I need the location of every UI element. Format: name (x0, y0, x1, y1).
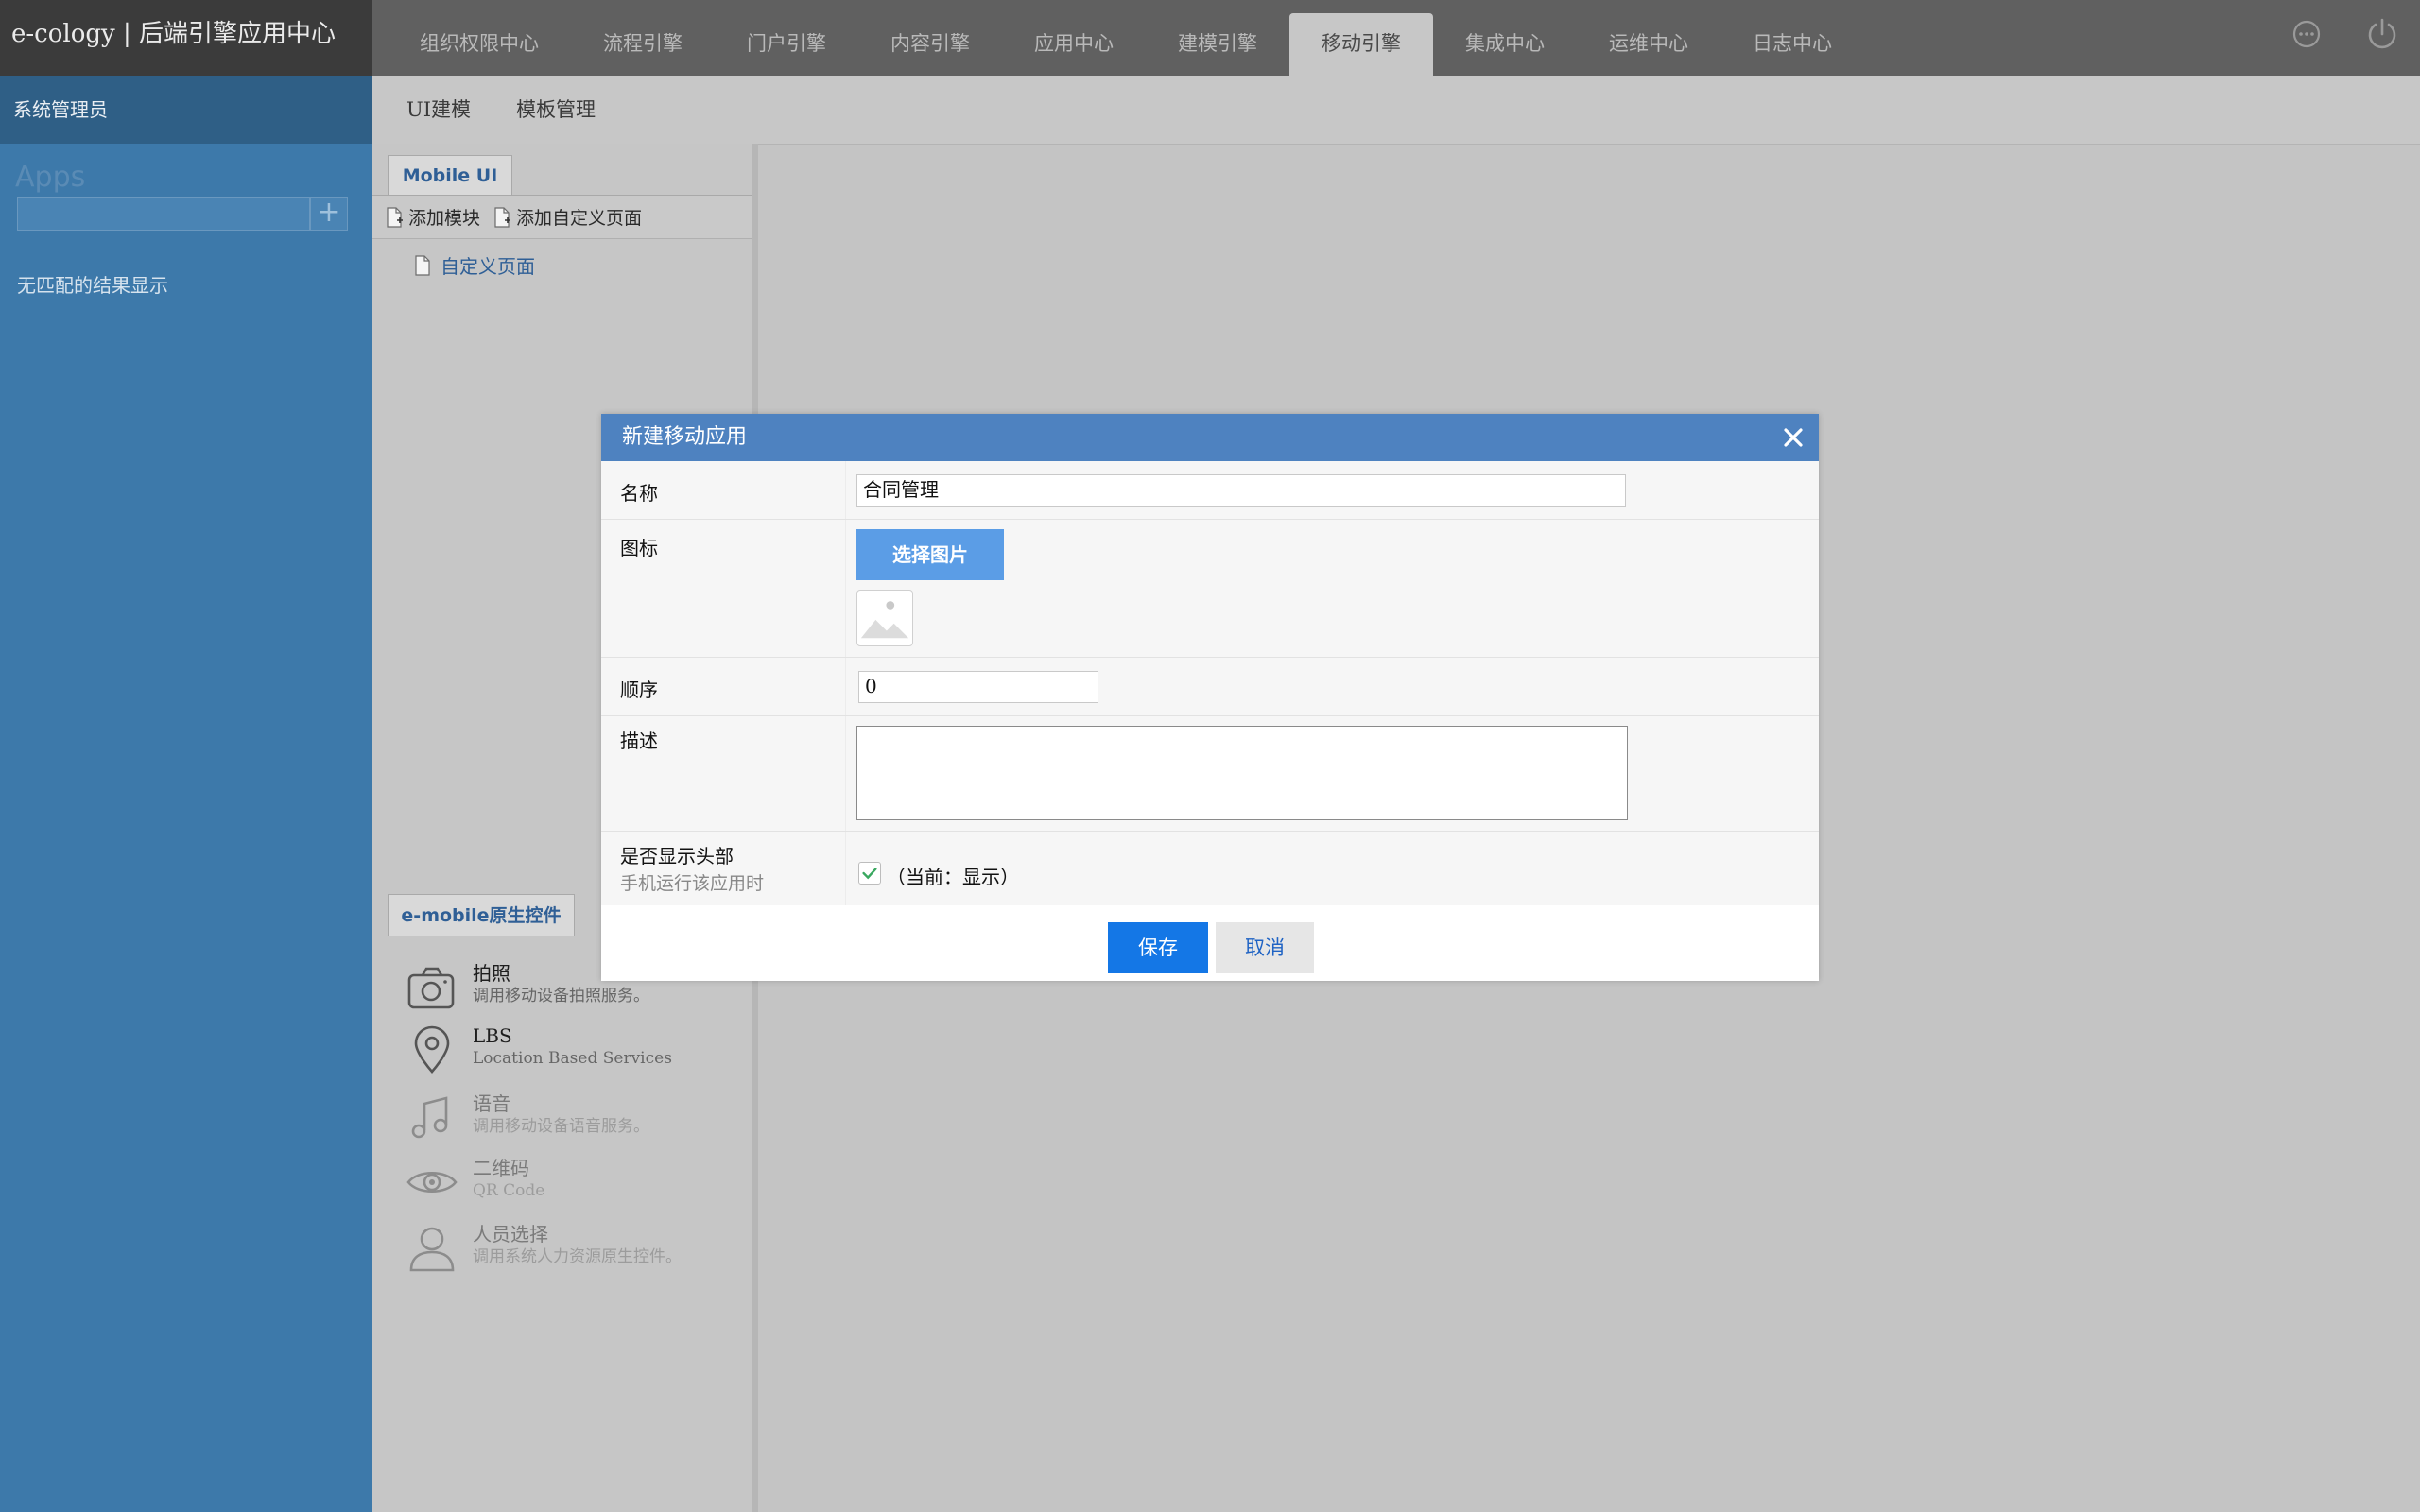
cancel-button[interactable]: 取消 (1216, 922, 1314, 973)
nav-org-permission[interactable]: 组织权限中心 (388, 13, 571, 76)
row-show-header: 是否显示头部 手机运行该应用时 （当前：显示） (601, 832, 1819, 905)
add-app-button[interactable]: + (310, 197, 348, 231)
main-nav: 组织权限中心 流程引擎 门户引擎 内容引擎 应用中心 建模引擎 移动引擎 集成中… (388, 13, 1864, 76)
camera-icon (407, 967, 455, 1009)
power-icon[interactable] (2365, 17, 2399, 51)
nav-modeling-engine[interactable]: 建模引擎 (1146, 13, 1289, 76)
native-item-desc: 调用移动设备拍照服务。 (473, 987, 649, 1005)
page-icon (415, 254, 430, 276)
native-item-desc: 调用移动设备语音服务。 (473, 1117, 649, 1136)
add-doc-icon (494, 206, 511, 228)
top-bar: e-cology | 后端引擎应用中心 组织权限中心 流程引擎 门户引擎 内容引… (0, 0, 2420, 76)
native-item-voice[interactable]: 语音 调用移动设备语音服务。 (406, 1092, 649, 1143)
new-mobile-app-dialog: 新建移动应用 名称 合同管理 图标 选择图片 顺序 0 描述 是否显示头部 手机… (601, 414, 1819, 981)
order-input[interactable]: 0 (858, 671, 1098, 703)
native-item-desc: Location Based Services (473, 1049, 672, 1068)
nav-ops-center[interactable]: 运维中心 (1577, 13, 1720, 76)
save-button[interactable]: 保存 (1108, 922, 1208, 973)
tab-ui-modeling[interactable]: UI建模 (397, 76, 480, 144)
name-input[interactable]: 合同管理 (856, 474, 1626, 507)
apps-label: Apps (15, 161, 86, 194)
description-textarea[interactable] (856, 726, 1628, 820)
nav-workflow-engine[interactable]: 流程引擎 (571, 13, 715, 76)
add-module-label: 添加模块 (408, 208, 481, 229)
native-item-qrcode[interactable]: 二维码 QR Code (406, 1157, 544, 1208)
native-item-title: 人员选择 (473, 1223, 548, 1246)
more-icon[interactable] (2291, 19, 2322, 49)
apps-search-input[interactable] (17, 197, 310, 231)
eye-icon (406, 1171, 458, 1194)
image-placeholder-icon[interactable] (856, 590, 913, 646)
dialog-title: 新建移动应用 (601, 414, 1819, 461)
native-item-title: LBS (473, 1024, 512, 1047)
native-item-person-picker[interactable]: 人员选择 调用系统人力资源原生控件。 (406, 1223, 682, 1274)
add-custom-page-button[interactable]: 添加自定义页面 (493, 204, 642, 230)
row-divider (845, 461, 846, 519)
row-icon: 图标 选择图片 (601, 520, 1819, 658)
dialog-footer: 保存 取消 (601, 905, 1819, 981)
native-item-desc: 调用系统人力资源原生控件。 (473, 1247, 682, 1266)
sidebar: 系统管理员 Apps + 无匹配的结果显示 (0, 76, 372, 1512)
location-pin-icon (414, 1025, 450, 1074)
description-label: 描述 (620, 730, 658, 752)
order-label: 顺序 (620, 679, 658, 701)
row-order: 顺序 0 (601, 658, 1819, 716)
show-header-checkbox[interactable] (858, 862, 881, 885)
nav-log-center[interactable]: 日志中心 (1720, 13, 1864, 76)
nav-portal-engine[interactable]: 门户引擎 (715, 13, 858, 76)
row-divider (845, 658, 846, 715)
sub-tabs: UI建模 模板管理 (397, 76, 631, 144)
native-item-title: 语音 (473, 1092, 510, 1115)
name-label: 名称 (620, 482, 658, 505)
row-divider (845, 520, 846, 657)
add-custom-page-label: 添加自定义页面 (516, 208, 643, 229)
row-description: 描述 (601, 716, 1819, 832)
native-item-desc: QR Code (473, 1181, 545, 1200)
tab-emobile-native[interactable]: e-mobile原生控件 (388, 894, 575, 936)
close-icon[interactable] (1779, 423, 1807, 452)
native-item-lbs[interactable]: LBS Location Based Services (406, 1024, 672, 1075)
choose-image-button[interactable]: 选择图片 (856, 529, 1004, 580)
row-name: 名称 合同管理 (601, 461, 1819, 520)
nav-app-center[interactable]: 应用中心 (1002, 13, 1146, 76)
app-brand: e-cology | 后端引擎应用中心 (0, 0, 372, 76)
nav-integration-center[interactable]: 集成中心 (1433, 13, 1577, 76)
music-note-icon (411, 1096, 448, 1139)
icon-label: 图标 (620, 537, 658, 559)
add-module-button[interactable]: 添加模块 (386, 204, 480, 230)
sub-nav-bar: UI建模 模板管理 (372, 76, 2420, 145)
row-divider (845, 832, 846, 905)
tree-item-label: 自定义页面 (441, 255, 535, 278)
no-results-text: 无匹配的结果显示 (17, 274, 168, 297)
nav-mobile-engine[interactable]: 移动引擎 (1289, 13, 1433, 76)
person-icon (409, 1227, 455, 1272)
tree-item-custom-page[interactable]: 自定义页面 (414, 251, 535, 279)
show-header-status: （当前：显示） (887, 866, 1019, 888)
nav-content-engine[interactable]: 内容引擎 (858, 13, 1002, 76)
tab-mobile-ui[interactable]: Mobile UI (388, 155, 512, 195)
add-doc-icon (387, 206, 403, 228)
native-item-title: 二维码 (473, 1157, 529, 1179)
show-header-label: 是否显示头部 (620, 845, 734, 868)
current-user: 系统管理员 (0, 76, 372, 144)
tab-template-management[interactable]: 模板管理 (507, 76, 605, 144)
panel-toolbar: 添加模块 添加自定义页面 (372, 196, 752, 239)
row-divider (845, 716, 846, 831)
show-header-sublabel: 手机运行该应用时 (620, 873, 765, 894)
